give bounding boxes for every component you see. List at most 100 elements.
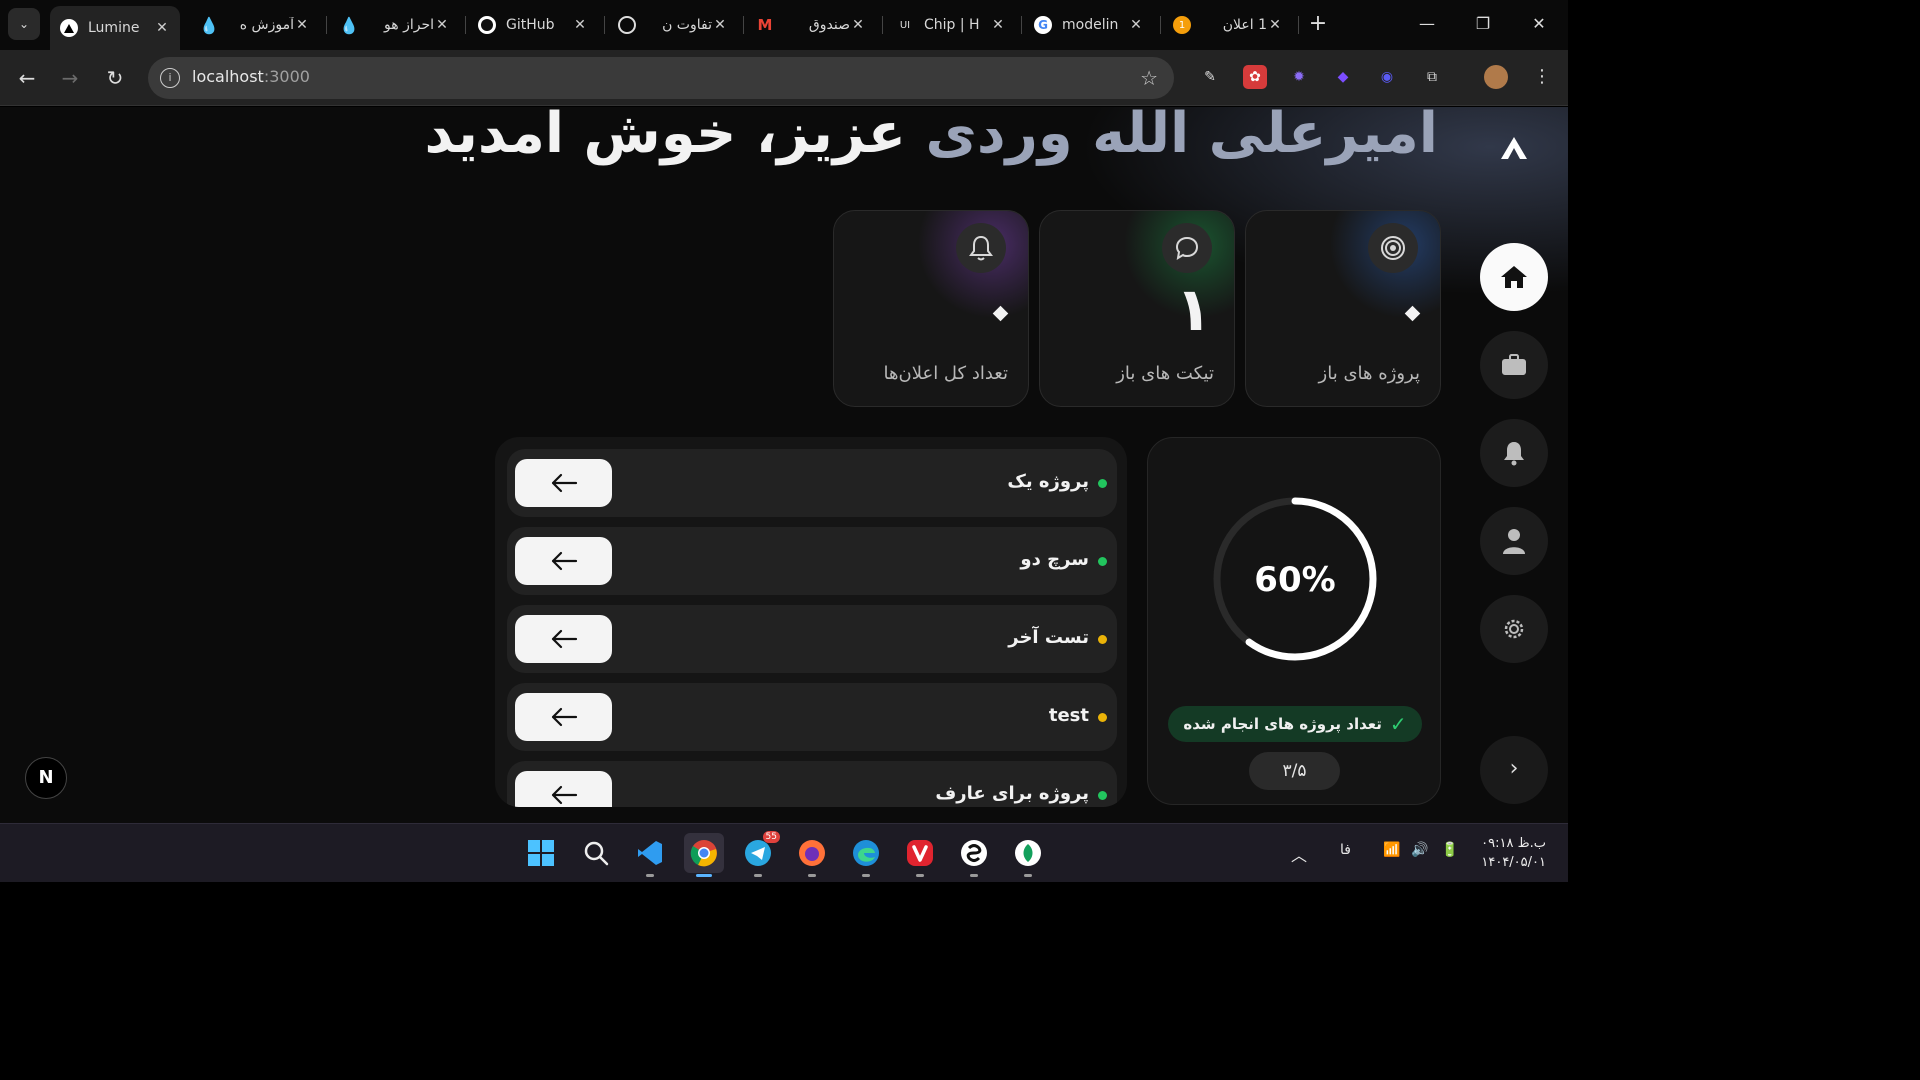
project-row[interactable]: پروژه یک: [507, 449, 1117, 517]
running-indicator: [1024, 874, 1032, 877]
tab-ehraz[interactable]: 💧 احراز هو ✕: [330, 7, 460, 43]
project-row[interactable]: test: [507, 683, 1117, 751]
tab-github[interactable]: GitHub ✕: [468, 7, 598, 43]
sidebar-settings-button[interactable]: [1480, 595, 1548, 663]
taskbar-firefox[interactable]: [792, 833, 832, 877]
open-project-button[interactable]: [515, 771, 612, 807]
stat-card-tickets: ۱ تیکت های باز: [1039, 210, 1235, 407]
arrow-right-icon: →: [61, 66, 79, 90]
new-tab-button[interactable]: +: [1306, 12, 1330, 36]
close-window-button[interactable]: ✕: [1524, 12, 1554, 36]
tab-amoozesh[interactable]: 💧 آموزش ه ✕: [190, 7, 320, 43]
running-indicator: [646, 874, 654, 877]
forward-button[interactable]: →: [58, 66, 82, 90]
progress-percent: 60%: [1254, 560, 1336, 600]
running-indicator: [754, 874, 762, 877]
close-icon[interactable]: ✕: [572, 17, 588, 33]
layers-extension-icon[interactable]: ◆: [1331, 65, 1355, 89]
next-button[interactable]: ›: [1480, 736, 1548, 804]
eyedropper-extension-icon[interactable]: ✎: [1198, 65, 1222, 89]
taskbar-edge[interactable]: [846, 833, 886, 877]
user-icon: [1503, 529, 1525, 554]
start-button[interactable]: [521, 833, 561, 873]
project-row[interactable]: سرچ دو: [507, 527, 1117, 595]
url-port: :3000: [263, 67, 310, 86]
tab-notification[interactable]: 1 1 اعلان ✕: [1163, 7, 1293, 43]
tab-search-button[interactable]: ⌄: [8, 8, 40, 40]
leaf-app-icon: [1015, 840, 1041, 866]
nextjs-dev-badge[interactable]: N: [25, 757, 67, 799]
wifi-icon[interactable]: 📶: [1383, 842, 1400, 858]
volume-icon[interactable]: 🔊: [1411, 842, 1428, 858]
taskbar-app-leaf[interactable]: [1008, 833, 1048, 877]
tab-chip[interactable]: UI Chip | H ✕: [886, 7, 1016, 43]
close-icon[interactable]: ✕: [850, 17, 866, 33]
close-icon[interactable]: ✕: [434, 17, 450, 33]
open-project-button[interactable]: [515, 537, 612, 585]
open-project-button[interactable]: [515, 459, 612, 507]
url-host: localhost: [192, 67, 264, 86]
taskbar-search[interactable]: [576, 833, 616, 873]
sidebar-home-button[interactable]: [1480, 243, 1548, 311]
sidebar-profile-button[interactable]: [1480, 507, 1548, 575]
project-row[interactable]: پروژه برای عارف: [507, 761, 1117, 807]
tab-gmail[interactable]: M صندوق ✕: [746, 7, 876, 43]
reload-button[interactable]: ↻: [103, 66, 127, 90]
taskbar-vscode[interactable]: [630, 833, 670, 877]
close-icon[interactable]: ✕: [990, 17, 1006, 33]
tray-chevron-up-icon[interactable]: ︿: [1291, 842, 1307, 866]
bell-icon: [969, 235, 993, 261]
taskbar-chrome[interactable]: [684, 833, 724, 877]
close-icon[interactable]: ✕: [712, 17, 728, 33]
check-icon: ✓: [1389, 712, 1407, 736]
extension-red-icon[interactable]: ✿: [1243, 65, 1267, 89]
system-clock[interactable]: ۰۹:۱۸ ب.ظ ۱۴۰۴/۰۵/۰۱: [1481, 834, 1546, 872]
taskbar-vivaldi[interactable]: [900, 833, 940, 877]
restore-button[interactable]: ❐: [1468, 12, 1498, 36]
drop-icon: 💧: [199, 15, 219, 35]
sidebar-projects-button[interactable]: [1480, 331, 1548, 399]
tab-label: صندوق: [808, 17, 850, 33]
project-row[interactable]: تست آخر: [507, 605, 1117, 673]
close-icon[interactable]: ✕: [154, 20, 170, 36]
stat-card-projects: پروژه های باز: [1245, 210, 1441, 407]
input-language[interactable]: فا: [1340, 842, 1351, 858]
clock-date: ۱۴۰۴/۰۵/۰۱: [1481, 855, 1546, 870]
face-extension-icon[interactable]: ◉: [1375, 65, 1399, 89]
completed-ratio: ۳/۵: [1249, 752, 1340, 790]
address-bar[interactable]: i localhost:3000 ☆: [148, 57, 1174, 99]
taskbar-telegram[interactable]: 55: [738, 831, 780, 877]
project-name: پروژه یک: [1007, 471, 1089, 492]
taskbar-app-swirl[interactable]: [954, 833, 994, 877]
close-icon[interactable]: ✕: [294, 17, 310, 33]
close-icon[interactable]: ✕: [1267, 17, 1283, 33]
tab-separator: [1298, 16, 1299, 34]
close-icon: ✕: [1532, 14, 1546, 33]
tab-lumine[interactable]: Lumine ✕: [50, 6, 180, 50]
gear-extension-icon[interactable]: ✹: [1287, 65, 1311, 89]
close-icon[interactable]: ✕: [1128, 17, 1144, 33]
bookmark-star-icon[interactable]: ☆: [1140, 66, 1158, 90]
card-icon-wrap: [956, 223, 1006, 273]
tab-tafavot[interactable]: تفاوت ن ✕: [608, 7, 738, 43]
battery-icon[interactable]: 🔋: [1441, 842, 1458, 858]
profile-avatar[interactable]: [1484, 65, 1508, 89]
minimize-button[interactable]: —: [1412, 12, 1442, 36]
more-menu-icon[interactable]: ⋮: [1530, 65, 1554, 89]
restore-icon: ❐: [1475, 14, 1491, 33]
info-icon[interactable]: i: [160, 68, 180, 88]
target-icon: [1381, 236, 1405, 260]
back-button[interactable]: ←: [15, 66, 39, 90]
puzzle-extension-icon[interactable]: ⧉: [1420, 65, 1444, 89]
status-dot: [1098, 791, 1107, 800]
arrow-left-icon: ←: [18, 66, 36, 90]
tab-separator: [604, 16, 605, 34]
open-project-button[interactable]: [515, 615, 612, 663]
running-indicator: [696, 874, 712, 877]
open-project-button[interactable]: [515, 693, 612, 741]
sidebar-notifications-button[interactable]: [1480, 419, 1548, 487]
tab-separator: [326, 16, 327, 34]
tab-modeling[interactable]: G modelin ✕: [1024, 7, 1154, 43]
project-list: پروژه یک سرچ دو تست آخر test پروژه برای …: [495, 437, 1127, 807]
card-icon-wrap: [1162, 223, 1212, 273]
